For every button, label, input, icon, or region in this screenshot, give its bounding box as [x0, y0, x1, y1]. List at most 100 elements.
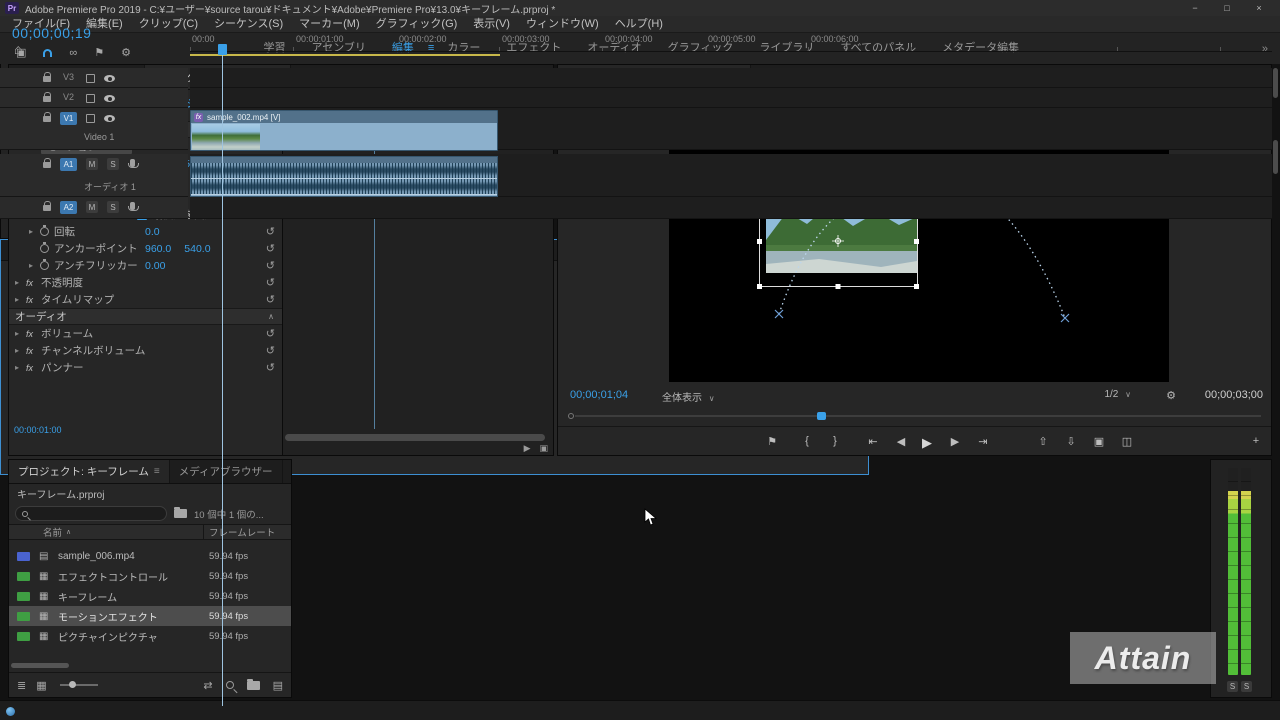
timeline-ruler[interactable]: 00:00 00:00:01:00 00:00:02:00 00:00:03:0…	[190, 28, 1272, 52]
solo-left-button[interactable]: S	[1227, 681, 1238, 692]
lock-icon[interactable]	[43, 162, 51, 168]
list-item[interactable]: ▦ エフェクトコントロール 59.94 fps	[9, 566, 291, 586]
track-output-eye-icon[interactable]	[104, 95, 115, 102]
go-to-in-icon[interactable]: ⇤	[864, 435, 882, 448]
list-item[interactable]: ▦ キーフレーム 59.94 fps	[9, 586, 291, 606]
source-patch-badge[interactable]: V1	[60, 112, 77, 125]
close-button[interactable]: ×	[1243, 3, 1275, 13]
effect-row-channel-volume[interactable]: ▸ fx チャンネルボリューム ↺	[9, 342, 282, 359]
mute-button[interactable]: M	[86, 201, 98, 213]
timeline-settings-wrench-icon[interactable]: ⚙	[121, 46, 131, 59]
anchor-x-value[interactable]: 960.0	[145, 243, 171, 255]
voiceover-record-mic-icon[interactable]	[130, 159, 135, 167]
label-color-chip[interactable]	[17, 552, 30, 561]
reset-parameter-icon[interactable]: ↺	[266, 225, 275, 238]
find-icon[interactable]	[226, 681, 234, 689]
reset-parameter-icon[interactable]: ↺	[266, 259, 275, 272]
add-marker-icon[interactable]: ⚑	[94, 46, 104, 59]
track-v2-content[interactable]	[190, 88, 1272, 108]
track-header-a2[interactable]: A2 M S	[0, 197, 188, 219]
play-icon[interactable]: ▶	[918, 435, 936, 451]
anchor-y-value[interactable]: 540.0	[184, 243, 210, 255]
toggle-animation-stopwatch-icon[interactable]	[40, 227, 49, 236]
automate-to-sequence-icon[interactable]: ⇄	[203, 679, 212, 692]
panel-menu-icon[interactable]: ≡	[154, 466, 160, 477]
project-horizontal-scrollbar[interactable]	[11, 663, 69, 668]
track-output-eye-icon[interactable]	[104, 75, 115, 82]
button-editor-plus-icon[interactable]: +	[1249, 435, 1263, 447]
bin-icon[interactable]	[174, 509, 187, 518]
add-marker-icon[interactable]: ⚑	[763, 435, 781, 448]
program-scrub-bar[interactable]	[568, 412, 1261, 421]
effect-timeline-scrollbar[interactable]	[285, 434, 545, 441]
reset-effect-icon[interactable]: ↺	[266, 293, 275, 306]
column-name[interactable]: 名前∧	[43, 525, 71, 539]
track-header-v3[interactable]: V3	[0, 68, 188, 88]
program-current-timecode[interactable]: 00;00;01;04	[570, 389, 628, 401]
play-around-icon[interactable]: ▶	[524, 443, 531, 454]
audio-tracks-scrollbar[interactable]	[1273, 140, 1278, 174]
label-color-chip[interactable]	[17, 592, 30, 601]
sync-lock-icon[interactable]	[86, 114, 95, 123]
tab-project[interactable]: プロジェクト: キーフレーム≡	[9, 460, 170, 483]
lock-icon[interactable]	[43, 205, 51, 211]
twirl-closed-icon[interactable]: ▸	[29, 227, 40, 236]
toggle-animation-stopwatch-icon[interactable]	[40, 261, 49, 270]
project-file-name[interactable]: キーフレーム.prproj	[9, 484, 291, 503]
track-v3-content[interactable]	[190, 68, 1272, 88]
maximize-button[interactable]: □	[1211, 3, 1243, 13]
solo-button[interactable]: S	[107, 158, 119, 170]
toggle-effects-icon[interactable]: ▣	[539, 443, 548, 454]
list-item[interactable]: ▦ ピクチャインピクチャ 59.94 fps	[9, 626, 291, 646]
lift-icon[interactable]: ⇧	[1034, 435, 1052, 448]
lock-icon[interactable]	[43, 76, 51, 82]
property-row-antiflicker[interactable]: ▸ アンチフリッカー 0.00 ↺	[9, 257, 282, 274]
minimize-button[interactable]: −	[1179, 3, 1211, 13]
search-input[interactable]	[15, 506, 167, 521]
track-header-a1[interactable]: A1 M S オーディオ 1	[0, 154, 188, 197]
voiceover-record-mic-icon[interactable]	[130, 202, 135, 210]
label-color-chip[interactable]	[17, 572, 30, 581]
nest-sequence-icon[interactable]: ▣	[16, 46, 26, 59]
track-name-label[interactable]: オーディオ 1	[84, 180, 136, 193]
scrub-track[interactable]	[575, 415, 1261, 417]
reset-effect-icon[interactable]: ↺	[266, 361, 275, 374]
track-tag[interactable]: V2	[60, 92, 77, 102]
linked-selection-icon[interactable]: ∞	[69, 47, 77, 59]
twirl-closed-icon[interactable]: ▸	[15, 363, 26, 372]
new-item-icon[interactable]: ▤	[273, 679, 283, 692]
reset-effect-icon[interactable]: ↺	[266, 276, 275, 289]
reset-parameter-icon[interactable]: ↺	[266, 242, 275, 255]
snap-magnet-icon[interactable]	[43, 49, 52, 57]
video-tracks-scrollbar[interactable]	[1273, 68, 1278, 98]
effect-row-panner[interactable]: ▸ fx パンナー ↺	[9, 359, 282, 376]
export-frame-icon[interactable]: ▣	[1090, 435, 1108, 448]
track-header-v2[interactable]: V2	[0, 88, 188, 108]
extract-icon[interactable]: ⇩	[1062, 435, 1080, 448]
list-view-icon[interactable]: ≣	[17, 679, 26, 692]
timeline-playhead-handle[interactable]	[218, 44, 227, 55]
effect-row-volume[interactable]: ▸ fx ボリューム ↺	[9, 325, 282, 342]
comparison-view-icon[interactable]: ◫	[1118, 435, 1136, 448]
track-tag[interactable]: V3	[60, 72, 77, 82]
work-area-bar[interactable]	[190, 54, 500, 56]
effect-row-time-remap[interactable]: ▸ fx タイムリマップ ↺	[9, 291, 282, 308]
new-bin-icon[interactable]	[247, 681, 260, 690]
timeline-current-timecode[interactable]: 00;00;00;19	[12, 25, 91, 41]
rotation-value[interactable]: 0.0	[145, 226, 160, 238]
reset-effect-icon[interactable]: ↺	[266, 344, 275, 357]
source-patch-badge[interactable]: A1	[60, 158, 77, 171]
source-patch-badge[interactable]: A2	[60, 201, 77, 214]
property-row-rotation[interactable]: ▸ 回転 0.0 ↺	[9, 223, 282, 240]
program-playhead[interactable]	[817, 412, 826, 420]
audio-clip[interactable]	[190, 156, 498, 197]
label-color-chip[interactable]	[17, 632, 30, 641]
twirl-closed-icon[interactable]: ▸	[15, 278, 26, 287]
track-name-label[interactable]: Video 1	[84, 132, 114, 142]
solo-button[interactable]: S	[107, 201, 119, 213]
list-item[interactable]: ▤ sample_006.mp4 59.94 fps	[9, 546, 291, 566]
settings-wrench-icon[interactable]: ⚙	[1166, 389, 1176, 402]
reset-effect-icon[interactable]: ↺	[266, 327, 275, 340]
twirl-closed-icon[interactable]: ▸	[29, 261, 40, 270]
twirl-closed-icon[interactable]: ▸	[15, 329, 26, 338]
